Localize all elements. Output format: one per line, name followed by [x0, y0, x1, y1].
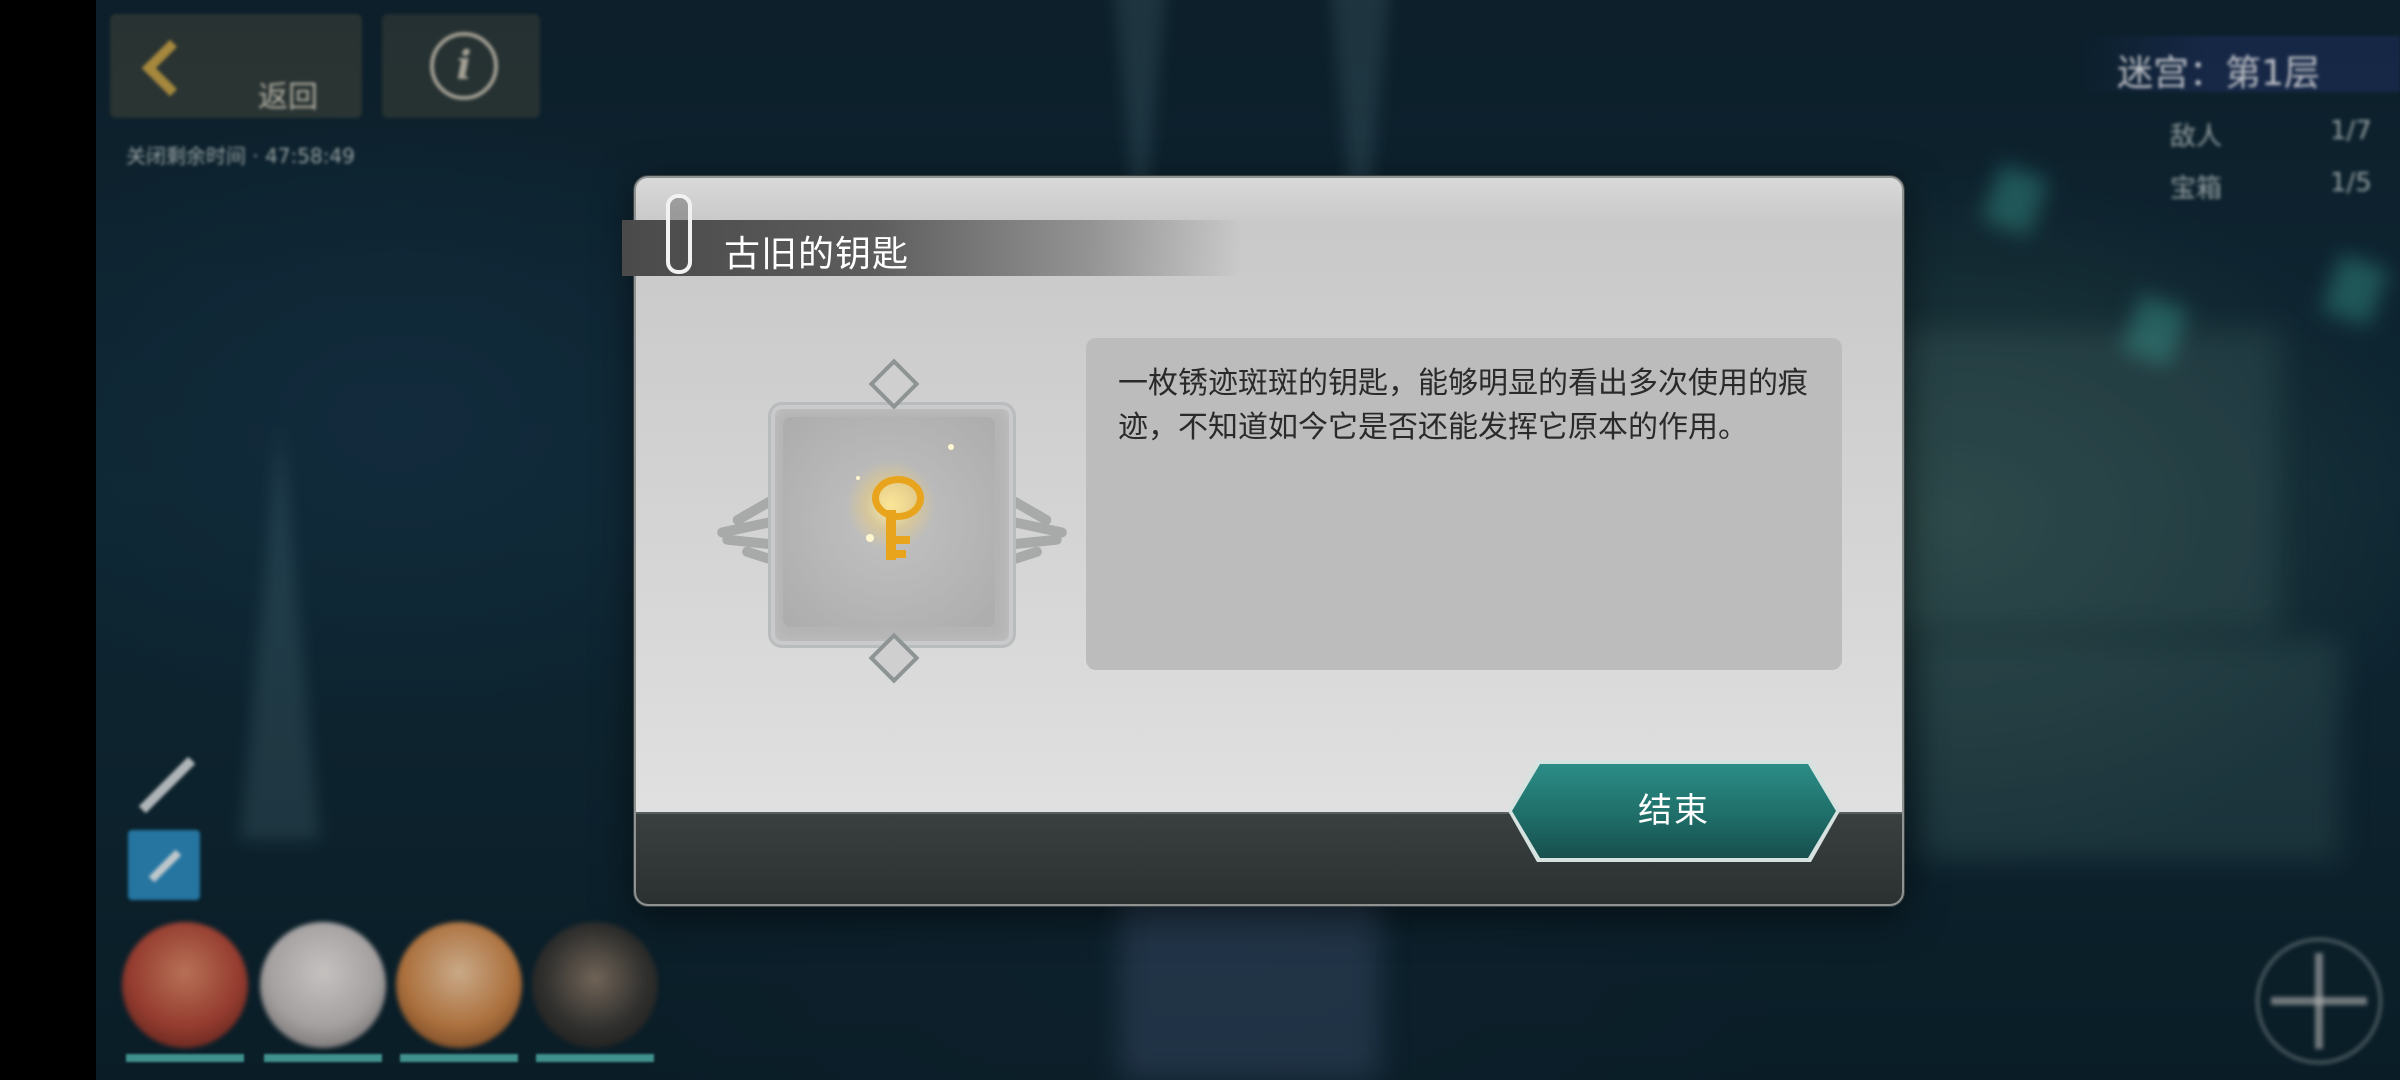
dialog-top-strip: [636, 178, 1902, 222]
dialog-title: 古旧的钥匙: [724, 234, 910, 275]
end-button[interactable]: 结束: [1508, 760, 1840, 862]
item-description: 一枚锈迹斑斑的钥匙，能够明显的看出多次使用的痕迹，不知道如今它是否还能发挥它原本…: [1118, 366, 1808, 445]
clip-icon: [666, 194, 692, 274]
golden-key-icon: [846, 460, 936, 570]
sparkle: [856, 476, 860, 480]
end-button-label: 结束: [1638, 791, 1710, 831]
dialog-title-band: [622, 220, 1242, 276]
sparkle: [948, 444, 954, 450]
sparkle: [866, 534, 874, 542]
